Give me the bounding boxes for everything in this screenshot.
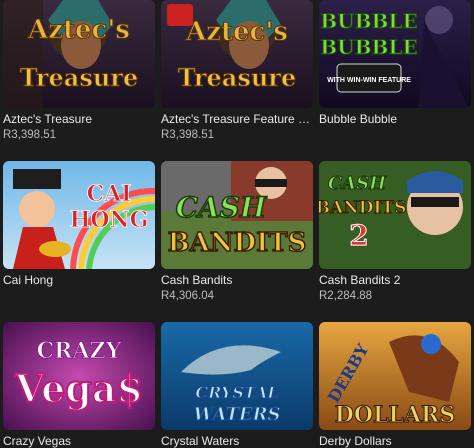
jackpot-amount: R2,284.88 bbox=[319, 290, 373, 302]
svg-text:Treasure: Treasure bbox=[178, 63, 296, 92]
svg-text:HONG: HONG bbox=[70, 207, 149, 233]
bandit-icon: CASH BANDITS bbox=[161, 161, 313, 269]
svg-text:Aztec's: Aztec's bbox=[185, 17, 288, 47]
game-title[interactable]: Derby Dollars bbox=[319, 434, 469, 448]
game-title[interactable]: Cai Hong bbox=[3, 273, 153, 287]
game-tile-derby-dollars[interactable]: DERBY DOLLARS Derby Dollars bbox=[319, 322, 471, 448]
game-grid: Aztec's Treasure Aztec's Treasure R3,398… bbox=[0, 0, 474, 448]
game-title[interactable]: Crazy Vegas bbox=[3, 434, 153, 448]
game-tile-crazy-vegas[interactable]: CRAZY Vega$ Crazy Vegas bbox=[3, 322, 155, 448]
jackpot-amount: R4,306.04 bbox=[161, 290, 215, 302]
game-thumbnail[interactable]: BUBBLE BUBBLE WITH WIN-WIN FEATURE bbox=[319, 0, 471, 108]
svg-text:BANDITS: BANDITS bbox=[319, 198, 406, 218]
game-tile-cash-bandits-2[interactable]: CASH BANDITS 2 Cash Bandits 2 R2,284.88 bbox=[319, 161, 471, 303]
game-tile-aztecs-treasure[interactable]: Aztec's Treasure Aztec's Treasure R3,398… bbox=[3, 0, 155, 142]
svg-text:WITH WIN-WIN FEATURE: WITH WIN-WIN FEATURE bbox=[327, 77, 411, 84]
jackpot-amount: R3,398.51 bbox=[161, 129, 215, 141]
dolphin-icon: CRYSTAL WATERS bbox=[161, 322, 313, 430]
svg-text:CASH: CASH bbox=[328, 173, 387, 194]
game-tile-aztecs-treasure-feature[interactable]: Aztec's Treasure Aztec's Treasure Featur… bbox=[161, 0, 313, 142]
game-title[interactable]: Aztec's Treasure Feature G... bbox=[161, 112, 311, 126]
game-tile-crystal-waters[interactable]: CRYSTAL WATERS Crystal Waters bbox=[161, 322, 313, 448]
svg-text:Treasure: Treasure bbox=[20, 63, 138, 92]
svg-text:CRYSTAL: CRYSTAL bbox=[195, 383, 278, 402]
jackpot-amount: R3,398.51 bbox=[3, 129, 57, 141]
svg-text:BUBBLE: BUBBLE bbox=[320, 9, 417, 33]
game-title[interactable]: Bubble Bubble bbox=[319, 112, 469, 126]
svg-text:Vega$: Vega$ bbox=[14, 366, 143, 411]
aztec-warrior-icon: Aztec's Treasure bbox=[3, 0, 155, 108]
svg-text:CRAZY: CRAZY bbox=[37, 338, 122, 364]
game-thumbnail[interactable]: Aztec's Treasure bbox=[3, 0, 155, 108]
game-thumbnail[interactable]: CRYSTAL WATERS bbox=[161, 322, 313, 430]
svg-text:BUBBLE: BUBBLE bbox=[320, 35, 417, 59]
witch-icon: BUBBLE BUBBLE WITH WIN-WIN FEATURE bbox=[319, 0, 471, 108]
svg-text:WATERS: WATERS bbox=[193, 404, 280, 425]
game-title[interactable]: Crystal Waters bbox=[161, 434, 311, 448]
aztec-warrior-icon: Aztec's Treasure bbox=[161, 0, 313, 108]
game-thumbnail[interactable]: Aztec's Treasure bbox=[161, 0, 313, 108]
game-thumbnail[interactable]: CASH BANDITS 2 bbox=[319, 161, 471, 269]
dice-icon: CRAZY Vega$ bbox=[3, 322, 155, 430]
svg-text:CASH: CASH bbox=[176, 191, 268, 224]
game-title[interactable]: Cash Bandits bbox=[161, 273, 311, 287]
game-title[interactable]: Cash Bandits 2 bbox=[319, 273, 469, 287]
svg-text:DOLLARS: DOLLARS bbox=[335, 402, 455, 428]
game-tile-cai-hong[interactable]: CAI HONG Cai Hong bbox=[3, 161, 155, 287]
game-thumbnail[interactable]: DERBY DOLLARS bbox=[319, 322, 471, 430]
svg-text:Aztec's: Aztec's bbox=[27, 15, 130, 45]
game-title[interactable]: Aztec's Treasure bbox=[3, 112, 153, 126]
game-tile-bubble-bubble[interactable]: BUBBLE BUBBLE WITH WIN-WIN FEATURE Bubbl… bbox=[319, 0, 471, 126]
game-thumbnail[interactable]: CAI HONG bbox=[3, 161, 155, 269]
game-tile-cash-bandits[interactable]: CASH BANDITS Cash Bandits R4,306.04 bbox=[161, 161, 313, 303]
horse-jockey-icon: DERBY DOLLARS bbox=[319, 322, 471, 430]
bandit-icon: CASH BANDITS 2 bbox=[319, 161, 471, 269]
fortune-god-icon: CAI HONG bbox=[3, 161, 155, 269]
svg-text:2: 2 bbox=[349, 219, 368, 252]
svg-text:CAI: CAI bbox=[87, 181, 132, 207]
svg-text:BANDITS: BANDITS bbox=[168, 228, 307, 258]
game-thumbnail[interactable]: CASH BANDITS bbox=[161, 161, 313, 269]
game-thumbnail[interactable]: CRAZY Vega$ bbox=[3, 322, 155, 430]
